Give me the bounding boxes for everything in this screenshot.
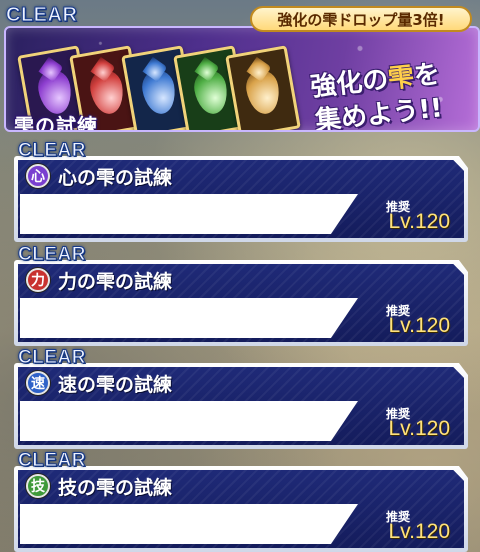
blue-drop-icon (139, 67, 179, 117)
power-type-icon: 力 (26, 268, 50, 292)
gold-drop-icon (243, 67, 283, 117)
quest-entry-skill[interactable]: 技 技の雫の試練 推奨 Lv.120 CLEAR (14, 450, 468, 552)
clear-label: CLEAR (18, 347, 86, 369)
recommended-level: Lv.120 (388, 314, 451, 337)
quest-panel: 技 技の雫の試練 推奨 Lv.120 (18, 470, 464, 548)
quest-body (20, 401, 358, 441)
recommended-level: Lv.120 (388, 210, 451, 233)
quest-body (20, 298, 358, 338)
quest-title: 力の雫の試練 (58, 270, 173, 293)
clear-label: CLEAR (18, 140, 86, 162)
quest-entry-heart[interactable]: 心 心の雫の試練 推奨 Lv.120 CLEAR (14, 140, 468, 242)
slogan-line1-accent: 雫 (386, 62, 416, 95)
quest-title: 速の雫の試練 (58, 373, 173, 396)
recommended-level: Lv.120 (388, 417, 451, 440)
clear-label: CLEAR (18, 450, 86, 472)
quest-header: 速 速の雫の試練 (18, 367, 464, 399)
speed-type-icon: 速 (26, 371, 50, 395)
quest-panel: 速 速の雫の試練 推奨 Lv.120 (18, 367, 464, 445)
quest-title: 技の雫の試練 (58, 476, 173, 499)
quest-body (20, 194, 358, 234)
quest-header: 力 力の雫の試練 (18, 264, 464, 296)
slogan-line1-post: を (412, 59, 442, 92)
skill-type-icon: 技 (26, 474, 50, 498)
quest-body (20, 504, 358, 544)
drop-bonus-badge: 強化の雫ドロップ量3倍! (250, 6, 472, 32)
quest-panel: 心 心の雫の試練 推奨 Lv.120 (18, 160, 464, 238)
quest-entry-speed[interactable]: 速 速の雫の試練 推奨 Lv.120 CLEAR (14, 347, 468, 449)
event-banner[interactable]: 雫の試練 強化の雫を 集めよう!! 強化の雫ドロップ量3倍! CLEAR (2, 2, 480, 132)
quest-header: 心 心の雫の試練 (18, 160, 464, 192)
clear-label: CLEAR (5, 4, 78, 27)
quest-title: 心の雫の試練 (58, 166, 173, 189)
quest-header: 技 技の雫の試練 (18, 470, 464, 502)
green-drop-icon (191, 67, 231, 117)
quest-entry-power[interactable]: 力 力の雫の試練 推奨 Lv.120 CLEAR (14, 244, 468, 346)
clear-label: CLEAR (18, 244, 86, 266)
slogan-line1-pre: 強化の (308, 64, 390, 103)
heart-type-icon: 心 (26, 164, 50, 188)
gold-drop-card (225, 45, 301, 130)
quest-panel: 力 力の雫の試練 推奨 Lv.120 (18, 264, 464, 342)
recommended-level: Lv.120 (388, 520, 451, 543)
banner-panel: 雫の試練 強化の雫を 集めよう!! (4, 26, 480, 132)
event-logo: 雫の試練 (14, 114, 98, 132)
